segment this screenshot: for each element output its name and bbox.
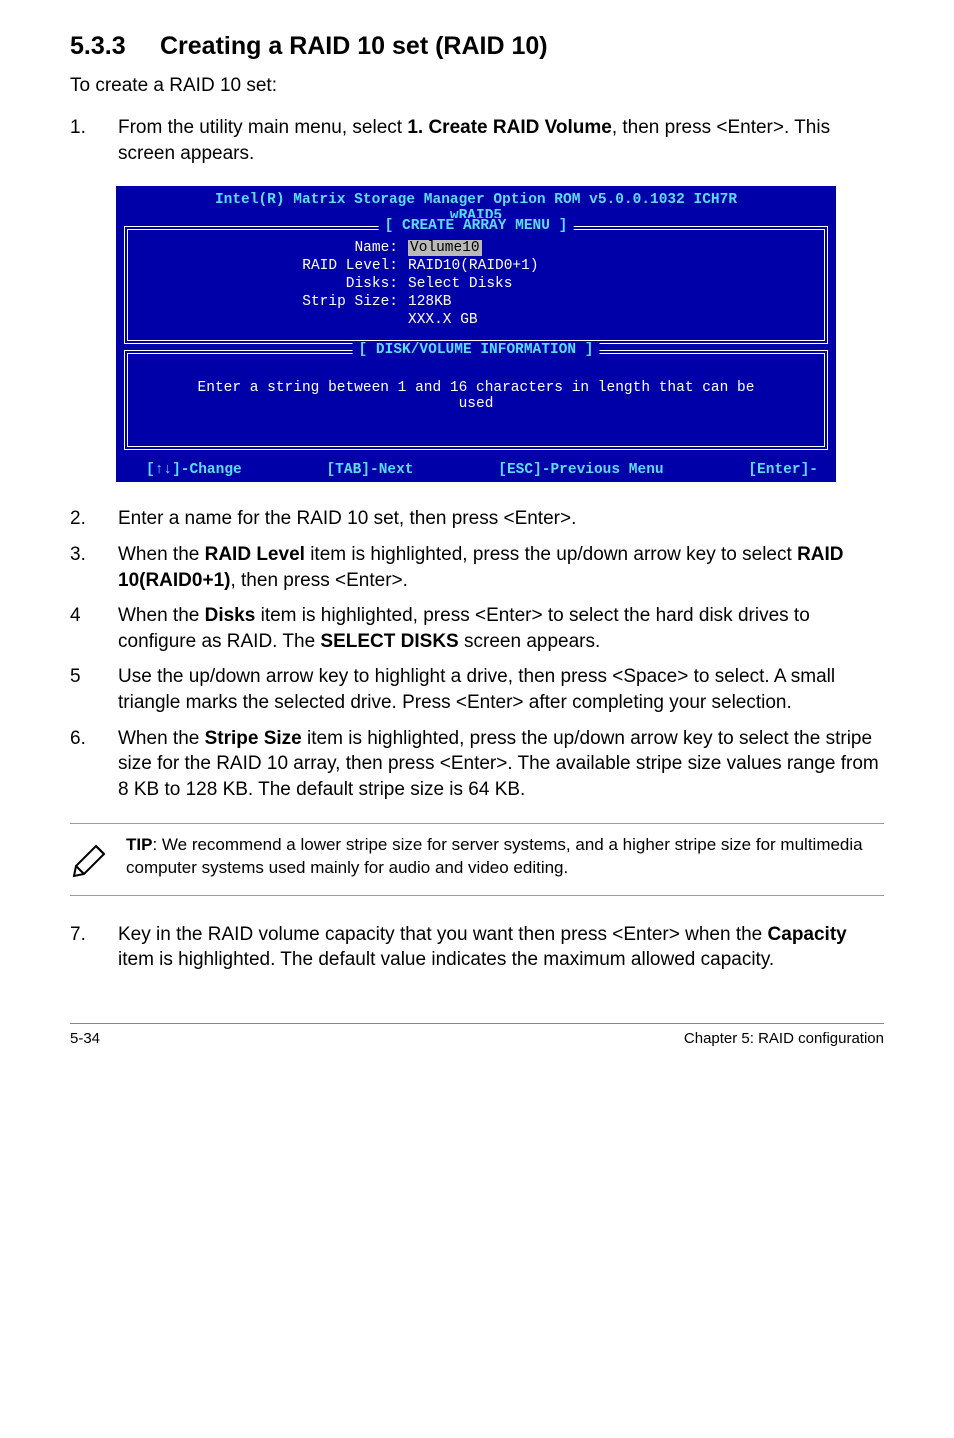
step-1: 1. From the utility main menu, select 1.… — [70, 115, 884, 166]
disk-volume-info-box: [ DISK/VOLUME INFORMATION ] Enter a stri… — [124, 350, 828, 450]
field-label-disks: Disks: — [138, 276, 408, 292]
page-footer: 5-34 Chapter 5: RAID configuration — [70, 1023, 884, 1047]
field-label-strip-size: Strip Size: — [138, 294, 408, 310]
step-4: 4 When the Disks item is highlighted, pr… — [70, 603, 884, 654]
step-6: 6. When the Stripe Size item is highligh… — [70, 726, 884, 803]
step-text: Enter a name for the RAID 10 set, then p… — [118, 508, 576, 529]
heading-number: 5.3.3 — [70, 32, 160, 61]
bios-footer: [↑↓]-Change [TAB]-Next [ESC]-Previous Me… — [116, 460, 836, 482]
step-text: From the utility main menu, select 1. Cr… — [118, 117, 830, 164]
step-2: 2. Enter a name for the RAID 10 set, the… — [70, 506, 884, 532]
step-text: When the Disks item is highlighted, pres… — [118, 605, 810, 652]
disk-volume-label: [ DISK/VOLUME INFORMATION ] — [353, 342, 600, 358]
pencil-icon — [70, 834, 126, 885]
intro-text: To create a RAID 10 set: — [70, 75, 884, 97]
bios-screenshot: Intel(R) Matrix Storage Manager Option R… — [116, 186, 836, 482]
footer-esc: [ESC]-Previous Menu — [498, 462, 663, 478]
field-value-raid-level: RAID10(RAID0+1) — [408, 258, 539, 274]
tip-box: TIP: We recommend a lower stripe size fo… — [70, 823, 884, 896]
step-5: 5 Use the up/down arrow key to highlight… — [70, 664, 884, 715]
page-number: 5-34 — [70, 1030, 100, 1047]
field-value-strip-size: 128KB — [408, 294, 452, 310]
step-number: 6. — [70, 726, 86, 752]
bios-title: Intel(R) Matrix Storage Manager Option R… — [116, 190, 836, 208]
create-array-box: [ CREATE ARRAY MENU ] Name: Volume10 RAI… — [124, 226, 828, 344]
step-number: 1. — [70, 115, 86, 141]
create-array-label: [ CREATE ARRAY MENU ] — [379, 218, 574, 234]
step-number: 4 — [70, 603, 81, 629]
disk-info-message: Enter a string between 1 and 16 characte… — [138, 362, 814, 436]
step-number: 7. — [70, 922, 86, 948]
step-number: 2. — [70, 506, 86, 532]
heading-title: Creating a RAID 10 set (RAID 10) — [160, 32, 548, 60]
step-7: 7. Key in the RAID volume capacity that … — [70, 922, 884, 973]
field-label-capacity — [138, 312, 408, 328]
footer-enter: [Enter]- — [748, 462, 818, 478]
step-number: 5 — [70, 664, 81, 690]
step-text: Key in the RAID volume capacity that you… — [118, 924, 847, 971]
field-label-raid-level: RAID Level: — [138, 258, 408, 274]
step-number: 3. — [70, 542, 86, 568]
chapter-label: Chapter 5: RAID configuration — [684, 1030, 884, 1047]
step-3: 3. When the RAID Level item is highlight… — [70, 542, 884, 593]
section-heading: 5.3.3Creating a RAID 10 set (RAID 10) — [70, 32, 884, 61]
tip-text: TIP: We recommend a lower stripe size fo… — [126, 834, 884, 880]
step-text: When the Stripe Size item is highlighted… — [118, 728, 879, 800]
field-value-name: Volume10 — [408, 240, 482, 256]
step-text: Use the up/down arrow key to highlight a… — [118, 666, 835, 713]
footer-change: [↑↓]-Change — [146, 462, 242, 478]
field-value-capacity: XXX.X GB — [408, 312, 478, 328]
step-text: When the RAID Level item is highlighted,… — [118, 544, 844, 591]
field-label-name: Name: — [138, 240, 408, 256]
footer-tab: [TAB]-Next — [326, 462, 413, 478]
field-value-disks: Select Disks — [408, 276, 512, 292]
